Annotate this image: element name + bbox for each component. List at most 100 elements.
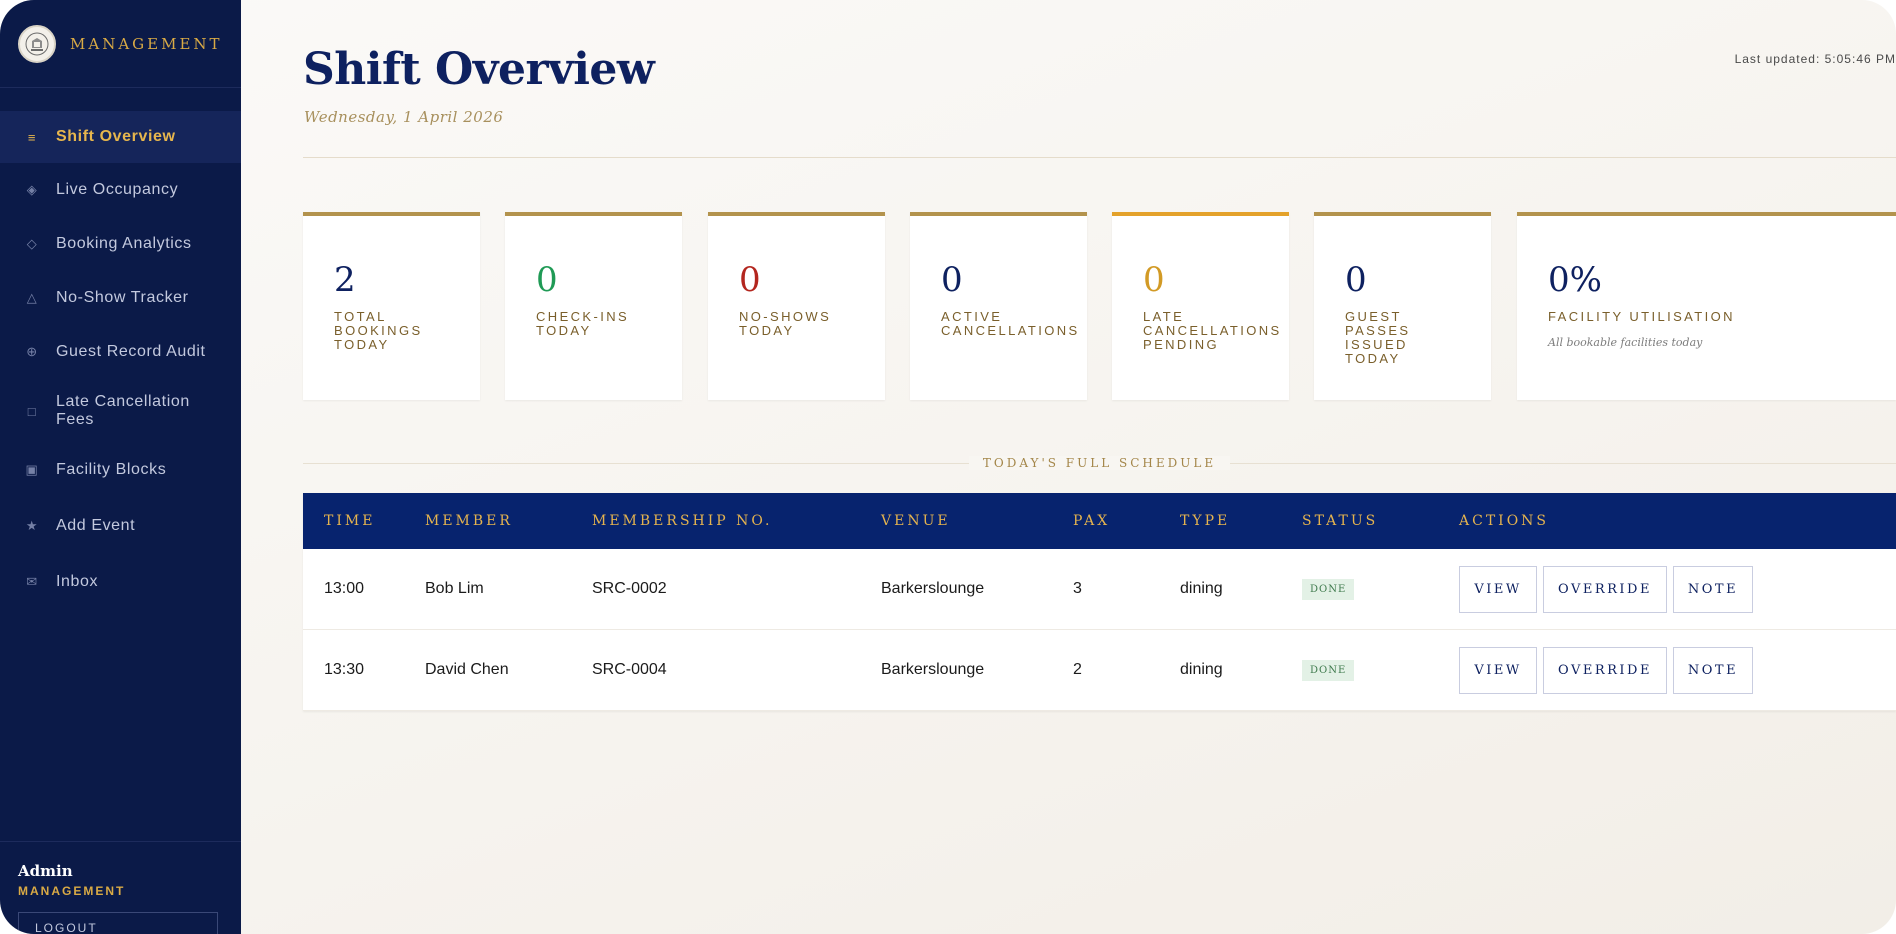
cell-status: DONE — [1302, 578, 1459, 600]
status-badge: DONE — [1302, 578, 1355, 600]
table-row: 13:00 Bob Lim SRC-0002 Barkerslounge 3 dining… — [303, 549, 1896, 630]
sidebar-item-label: Inbox — [56, 573, 99, 590]
cell-pax: 3 — [1073, 580, 1082, 597]
sidebar-item-label: No-Show Tracker — [56, 289, 189, 306]
sidebar-item-live-occupancy[interactable]: ◈ Live Occupancy — [0, 163, 241, 217]
cell-time: 13:30 — [324, 661, 365, 678]
stat-card: 0 Guest Passes Issued Today — [1314, 212, 1491, 400]
cell-member: Bob Lim — [425, 580, 484, 597]
schedule-title-text: TODAY'S FULL SCHEDULE — [968, 456, 1231, 470]
stat-value: 0 — [739, 260, 761, 300]
stat-label: Check-ins Today — [536, 309, 630, 338]
column-header: VENUE — [881, 513, 951, 529]
filled-square-icon: ▣ — [25, 462, 39, 477]
override-button[interactable]: OVERRIDE — [1543, 646, 1667, 694]
column-header: ACTIONS — [1459, 513, 1550, 529]
status-badge: DONE — [1302, 659, 1355, 681]
globe-icon: ⊕ — [26, 344, 38, 359]
stat-card: 0% Facility Utilisation All bookable facil… — [1517, 212, 1896, 400]
sidebar-item-booking-analytics[interactable]: ◇ Booking Analytics — [0, 217, 241, 271]
stat-value: 0% — [1548, 260, 1602, 300]
page-date: Wednesday, 1 April 2026 — [304, 108, 504, 126]
column-header: PAX — [1073, 513, 1111, 529]
schedule-divider: TODAY'S FULL SCHEDULE — [303, 456, 1896, 470]
view-button[interactable]: VIEW — [1459, 646, 1537, 694]
user-name: Admin — [18, 862, 73, 880]
row-actions: VIEW OVERRIDE NOTE — [1459, 646, 1896, 694]
cell-pax: 2 — [1073, 661, 1082, 678]
stat-label: Active Cancellations — [941, 309, 1080, 338]
column-header: STATUS — [1302, 513, 1379, 529]
sidebar-item-label: Shift Overview — [56, 128, 176, 145]
stat-label: No-shows Today — [739, 309, 832, 338]
sidebar-item-label: Late Cancellation Fees — [56, 393, 190, 428]
table-row: 13:30 David Chen SRC-0004 Barkerslounge 2 din… — [303, 630, 1896, 711]
stat-label: Total Bookings Today — [334, 309, 423, 352]
stat-label: Late Cancellations Pending — [1143, 309, 1282, 352]
sidebar-item-guest-record-audit[interactable]: ⊕ Guest Record Audit — [0, 325, 241, 379]
stat-value: 0 — [1345, 260, 1367, 300]
column-header: MEMBERSHIP NO. — [592, 513, 773, 529]
square-icon: □ — [27, 403, 37, 419]
stat-card: 0 Active Cancellations — [910, 212, 1087, 400]
note-button[interactable]: NOTE — [1673, 646, 1753, 694]
cell-venue: Barkerslounge — [881, 661, 985, 678]
header-divider — [303, 157, 1896, 158]
triangle-icon: △ — [26, 290, 38, 305]
note-button[interactable]: NOTE — [1673, 565, 1753, 613]
stat-card: 0 No-shows Today — [708, 212, 885, 400]
view-button[interactable]: VIEW — [1459, 565, 1537, 613]
sidebar-item-facility-blocks[interactable]: ▣ Facility Blocks — [0, 443, 241, 497]
sidebar-item-label: Live Occupancy — [56, 181, 179, 198]
cell-type: dining — [1180, 580, 1223, 597]
row-actions: VIEW OVERRIDE NOTE — [1459, 565, 1896, 613]
stat-value: 0 — [536, 260, 558, 300]
list-icon: ≡ — [27, 129, 37, 145]
sidebar-item-no-show-tracker[interactable]: △ No-Show Tracker — [0, 271, 241, 325]
schedule-title: TODAY'S FULL SCHEDULE — [303, 456, 1896, 470]
schedule-table: TIME MEMBER MEMBERSHIP NO. VENUE PAX TYPE STAT… — [303, 493, 1896, 711]
stat-cards: 2 Total Bookings Today 0 Check-ins Today 0 No… — [303, 212, 1896, 400]
cell-time: 13:00 — [324, 580, 365, 597]
table-body: 13:00 Bob Lim SRC-0002 Barkerslounge 3 dining… — [303, 549, 1896, 711]
sidebar-item-shift-overview[interactable]: ≡ Shift Overview — [0, 111, 241, 163]
override-button[interactable]: OVERRIDE — [1543, 565, 1667, 613]
column-header: MEMBER — [425, 513, 513, 529]
page-title: Shift Overview — [303, 44, 655, 95]
stat-card: 0 Check-ins Today — [505, 212, 682, 400]
stat-value: 0 — [1143, 260, 1165, 300]
stat-value: 2 — [334, 260, 356, 300]
star-icon: ★ — [25, 517, 39, 533]
user-role: MANAGEMENT — [18, 884, 126, 898]
stat-subtitle: All bookable facilities today — [1548, 336, 1703, 349]
stat-value: 0 — [941, 260, 963, 300]
last-updated: Last updated: 5:05:46 PM — [1734, 52, 1896, 66]
cell-venue: Barkerslounge — [881, 580, 985, 597]
main-content: Shift Overview Wednesday, 1 April 2026 L… — [303, 0, 1896, 934]
sidebar-item-label: Add Event — [56, 516, 136, 534]
cell-member: David Chen — [425, 661, 509, 678]
sidebar-item-add-event[interactable]: ★ Add Event — [0, 497, 241, 554]
sidebar-item-late-cancellation-fees[interactable]: □ Late Cancellation Fees — [0, 379, 241, 443]
sidebar-nav: ≡ Shift Overview ◈ Live Occupancy ◇ Booking A… — [0, 111, 241, 610]
cell-membership-no: SRC-0002 — [592, 580, 667, 597]
stat-label: Facility Utilisation — [1548, 309, 1735, 324]
brand: MANAGEMENT — [0, 0, 241, 88]
sidebar: MANAGEMENT ≡ Shift Overview ◈ Live Occupanc… — [0, 0, 241, 934]
logout-button[interactable]: LOGOUT — [18, 912, 218, 934]
cell-type: dining — [1180, 661, 1223, 678]
sidebar-item-label: Booking Analytics — [56, 235, 192, 252]
stat-card: 2 Total Bookings Today — [303, 212, 480, 400]
cell-membership-no: SRC-0004 — [592, 661, 667, 678]
stat-card: 0 Late Cancellations Pending — [1112, 212, 1289, 400]
cell-status: DONE — [1302, 659, 1459, 681]
sidebar-item-inbox[interactable]: ✉ Inbox — [0, 554, 241, 610]
sidebar-footer: Admin MANAGEMENT LOGOUT — [0, 841, 241, 934]
column-header: TIME — [324, 513, 376, 529]
diamond-icon: ◇ — [26, 236, 38, 251]
stat-label: Guest Passes Issued Today — [1345, 309, 1411, 366]
brand-title: MANAGEMENT — [70, 34, 223, 53]
crest-icon[interactable] — [18, 24, 56, 63]
app-window: MANAGEMENT ≡ Shift Overview ◈ Live Occupanc… — [0, 0, 1896, 934]
diamond-dot-icon: ◈ — [26, 182, 38, 197]
